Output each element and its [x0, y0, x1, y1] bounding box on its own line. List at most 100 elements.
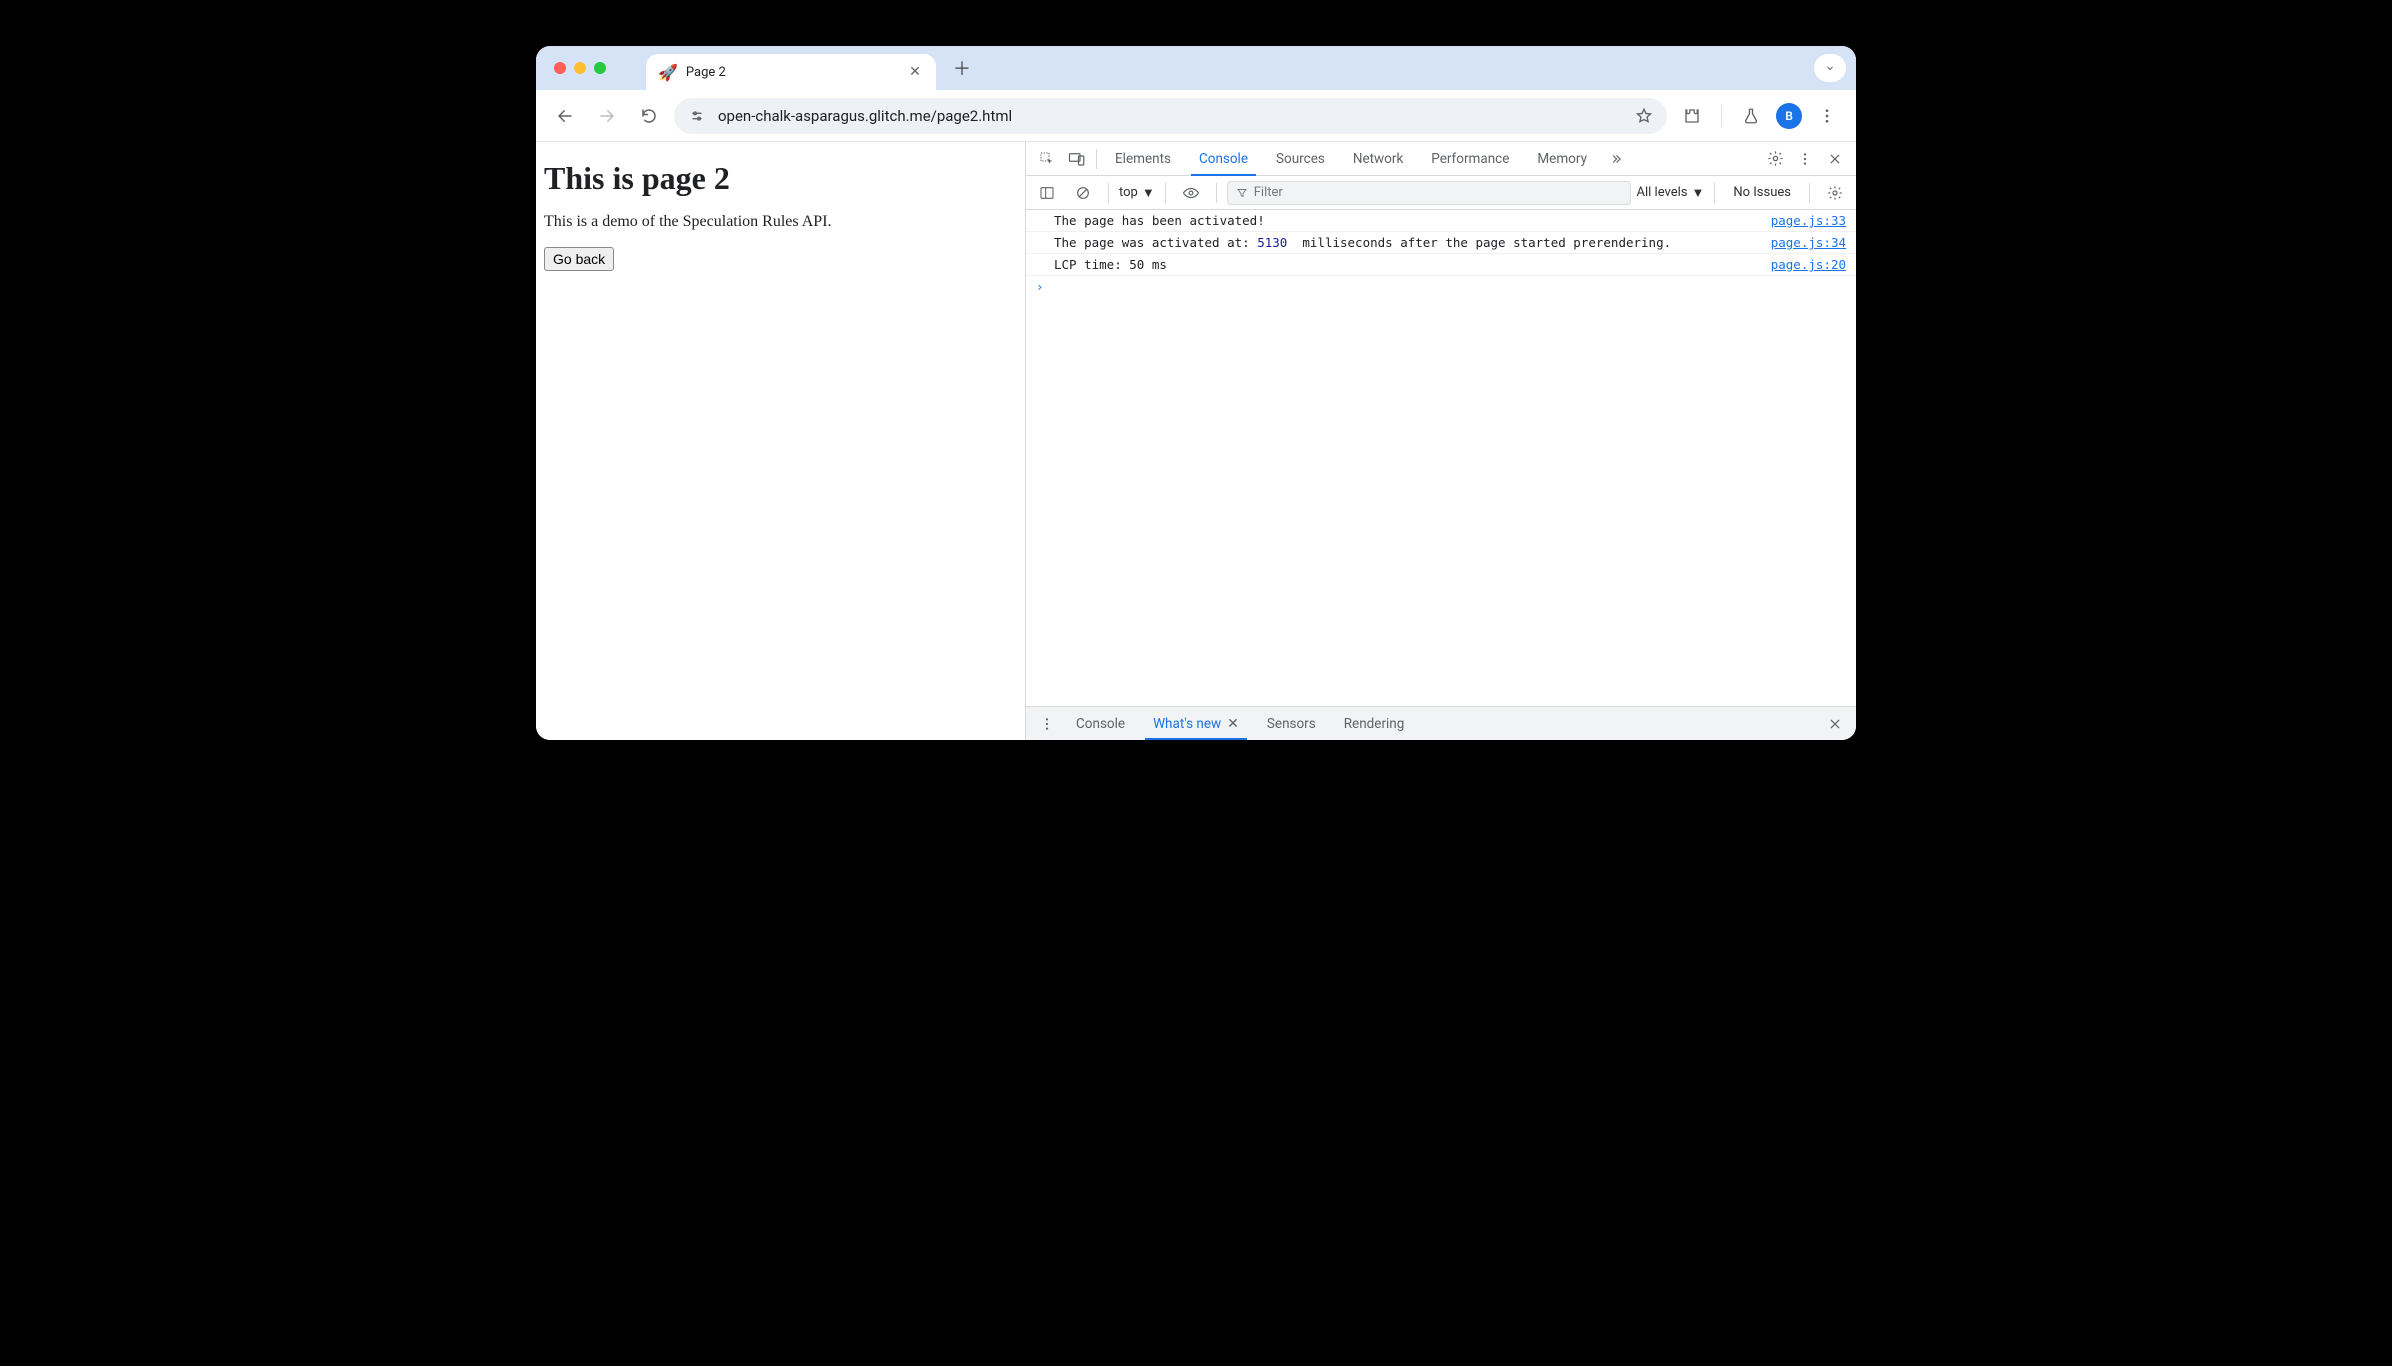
devtools-tab-elements[interactable]: Elements [1101, 142, 1185, 175]
puzzle-icon [1683, 107, 1701, 125]
window-close-button[interactable] [554, 62, 566, 74]
devtools-tab-console[interactable]: Console [1185, 142, 1262, 175]
address-bar[interactable]: open-chalk-asparagus.glitch.me/page2.htm… [674, 98, 1667, 134]
devtools-tab-network[interactable]: Network [1339, 142, 1417, 175]
flask-icon [1742, 107, 1760, 125]
close-icon [1828, 717, 1842, 731]
drawer-close-button[interactable] [1820, 709, 1850, 739]
console-filter-input[interactable]: Filter [1227, 181, 1631, 205]
extensions-button[interactable] [1675, 99, 1709, 133]
console-toolbar: top ▼ Filter All levels ▼ No Issues [1026, 176, 1856, 210]
window-minimize-button[interactable] [574, 62, 586, 74]
console-settings-button[interactable] [1820, 178, 1850, 208]
drawer-tab-rendering[interactable]: Rendering [1330, 707, 1419, 740]
devtools-more-tabs-button[interactable] [1601, 144, 1631, 174]
console-log-area[interactable]: The page has been activated! page.js:33 … [1026, 210, 1856, 706]
console-log-row: LCP time: 50 ms page.js:20 [1026, 254, 1856, 276]
log-message: The page was activated at: 5130 millisec… [1054, 235, 1759, 250]
live-expression-button[interactable] [1176, 178, 1206, 208]
reload-button[interactable] [632, 99, 666, 133]
drawer-tab-sensors[interactable]: Sensors [1253, 707, 1330, 740]
page-content: This is page 2 This is a demo of the Spe… [536, 142, 1026, 740]
log-message: The page has been activated! [1054, 213, 1759, 228]
devtools-menu-button[interactable] [1790, 144, 1820, 174]
clear-icon [1075, 185, 1091, 201]
window-zoom-button[interactable] [594, 62, 606, 74]
device-toggle-button[interactable] [1062, 144, 1092, 174]
separator [1216, 183, 1217, 203]
log-source-link[interactable]: page.js:33 [1771, 213, 1846, 228]
filter-icon [1236, 187, 1248, 199]
profile-avatar[interactable]: B [1776, 103, 1802, 129]
drawer-tab-close-button[interactable]: ✕ [1227, 716, 1239, 732]
tab-strip: 🚀 Page 2 ✕ ＋ [536, 46, 1856, 90]
devtools-tab-memory[interactable]: Memory [1523, 142, 1601, 175]
inspect-icon [1039, 151, 1055, 167]
new-tab-button[interactable]: ＋ [948, 54, 976, 82]
page-paragraph: This is a demo of the Speculation Rules … [544, 213, 1017, 231]
reload-icon [640, 107, 658, 125]
console-log-row: The page has been activated! page.js:33 [1026, 210, 1856, 232]
drawer-tab-whats-new[interactable]: What's new ✕ [1139, 707, 1253, 740]
browser-tab[interactable]: 🚀 Page 2 ✕ [646, 54, 936, 90]
sidebar-icon [1039, 185, 1055, 201]
browser-menu-button[interactable] [1810, 99, 1844, 133]
devtools-tab-bar: Elements Console Sources Network Perform… [1026, 142, 1856, 176]
url-text: open-chalk-asparagus.glitch.me/page2.htm… [718, 107, 1623, 125]
separator [1714, 183, 1715, 203]
tab-close-button[interactable]: ✕ [906, 64, 924, 80]
gear-icon [1827, 185, 1843, 201]
devtools-drawer: Console What's new ✕ Sensors Rendering [1026, 706, 1856, 740]
drawer-tab-console[interactable]: Console [1062, 707, 1139, 740]
filter-placeholder: Filter [1254, 185, 1283, 200]
context-label: top [1119, 185, 1138, 200]
log-source-link[interactable]: page.js:20 [1771, 257, 1846, 272]
chevrons-right-icon [1608, 152, 1624, 166]
page-heading: This is page 2 [544, 160, 1017, 197]
more-vertical-icon [1039, 716, 1055, 732]
levels-label: All levels [1637, 185, 1688, 200]
clear-console-button[interactable] [1068, 178, 1098, 208]
eye-icon [1182, 186, 1200, 200]
window-controls [554, 62, 606, 74]
inspect-element-button[interactable] [1032, 144, 1062, 174]
devtools-tab-performance[interactable]: Performance [1417, 142, 1523, 175]
labs-button[interactable] [1734, 99, 1768, 133]
dropdown-triangle-icon: ▼ [1142, 185, 1155, 201]
issues-status[interactable]: No Issues [1725, 185, 1799, 200]
log-message: LCP time: 50 ms [1054, 257, 1759, 272]
tab-title: Page 2 [686, 65, 898, 80]
separator [1108, 183, 1109, 203]
devtools-tab-sources[interactable]: Sources [1262, 142, 1339, 175]
more-vertical-icon [1818, 107, 1836, 125]
arrow-left-icon [556, 107, 574, 125]
close-icon [1828, 152, 1842, 166]
devtools-close-button[interactable] [1820, 144, 1850, 174]
console-prompt[interactable]: › [1026, 276, 1856, 297]
separator [1165, 183, 1166, 203]
back-button[interactable] [548, 99, 582, 133]
context-selector[interactable]: top ▼ [1119, 185, 1155, 201]
toolbar-divider [1721, 105, 1722, 127]
go-back-button[interactable]: Go back [544, 247, 614, 271]
tabs-dropdown-button[interactable] [1814, 54, 1846, 82]
site-settings-icon[interactable] [688, 108, 706, 124]
browser-toolbar: open-chalk-asparagus.glitch.me/page2.htm… [536, 90, 1856, 142]
toggle-sidebar-button[interactable] [1032, 178, 1062, 208]
arrow-right-icon [598, 107, 616, 125]
devtools-panel: Elements Console Sources Network Perform… [1026, 142, 1856, 740]
console-log-row: The page was activated at: 5130 millisec… [1026, 232, 1856, 254]
separator [1809, 183, 1810, 203]
log-levels-selector[interactable]: All levels ▼ [1637, 185, 1705, 201]
dropdown-triangle-icon: ▼ [1691, 185, 1704, 201]
bookmark-button[interactable] [1635, 107, 1653, 125]
tab-favicon-icon: 🚀 [658, 63, 678, 82]
log-source-link[interactable]: page.js:34 [1771, 235, 1846, 250]
forward-button[interactable] [590, 99, 624, 133]
chevron-down-icon [1824, 62, 1836, 74]
content-split: This is page 2 This is a demo of the Spe… [536, 142, 1856, 740]
separator [1096, 149, 1097, 169]
devtools-settings-button[interactable] [1760, 144, 1790, 174]
drawer-menu-button[interactable] [1032, 709, 1062, 739]
star-icon [1635, 107, 1653, 125]
